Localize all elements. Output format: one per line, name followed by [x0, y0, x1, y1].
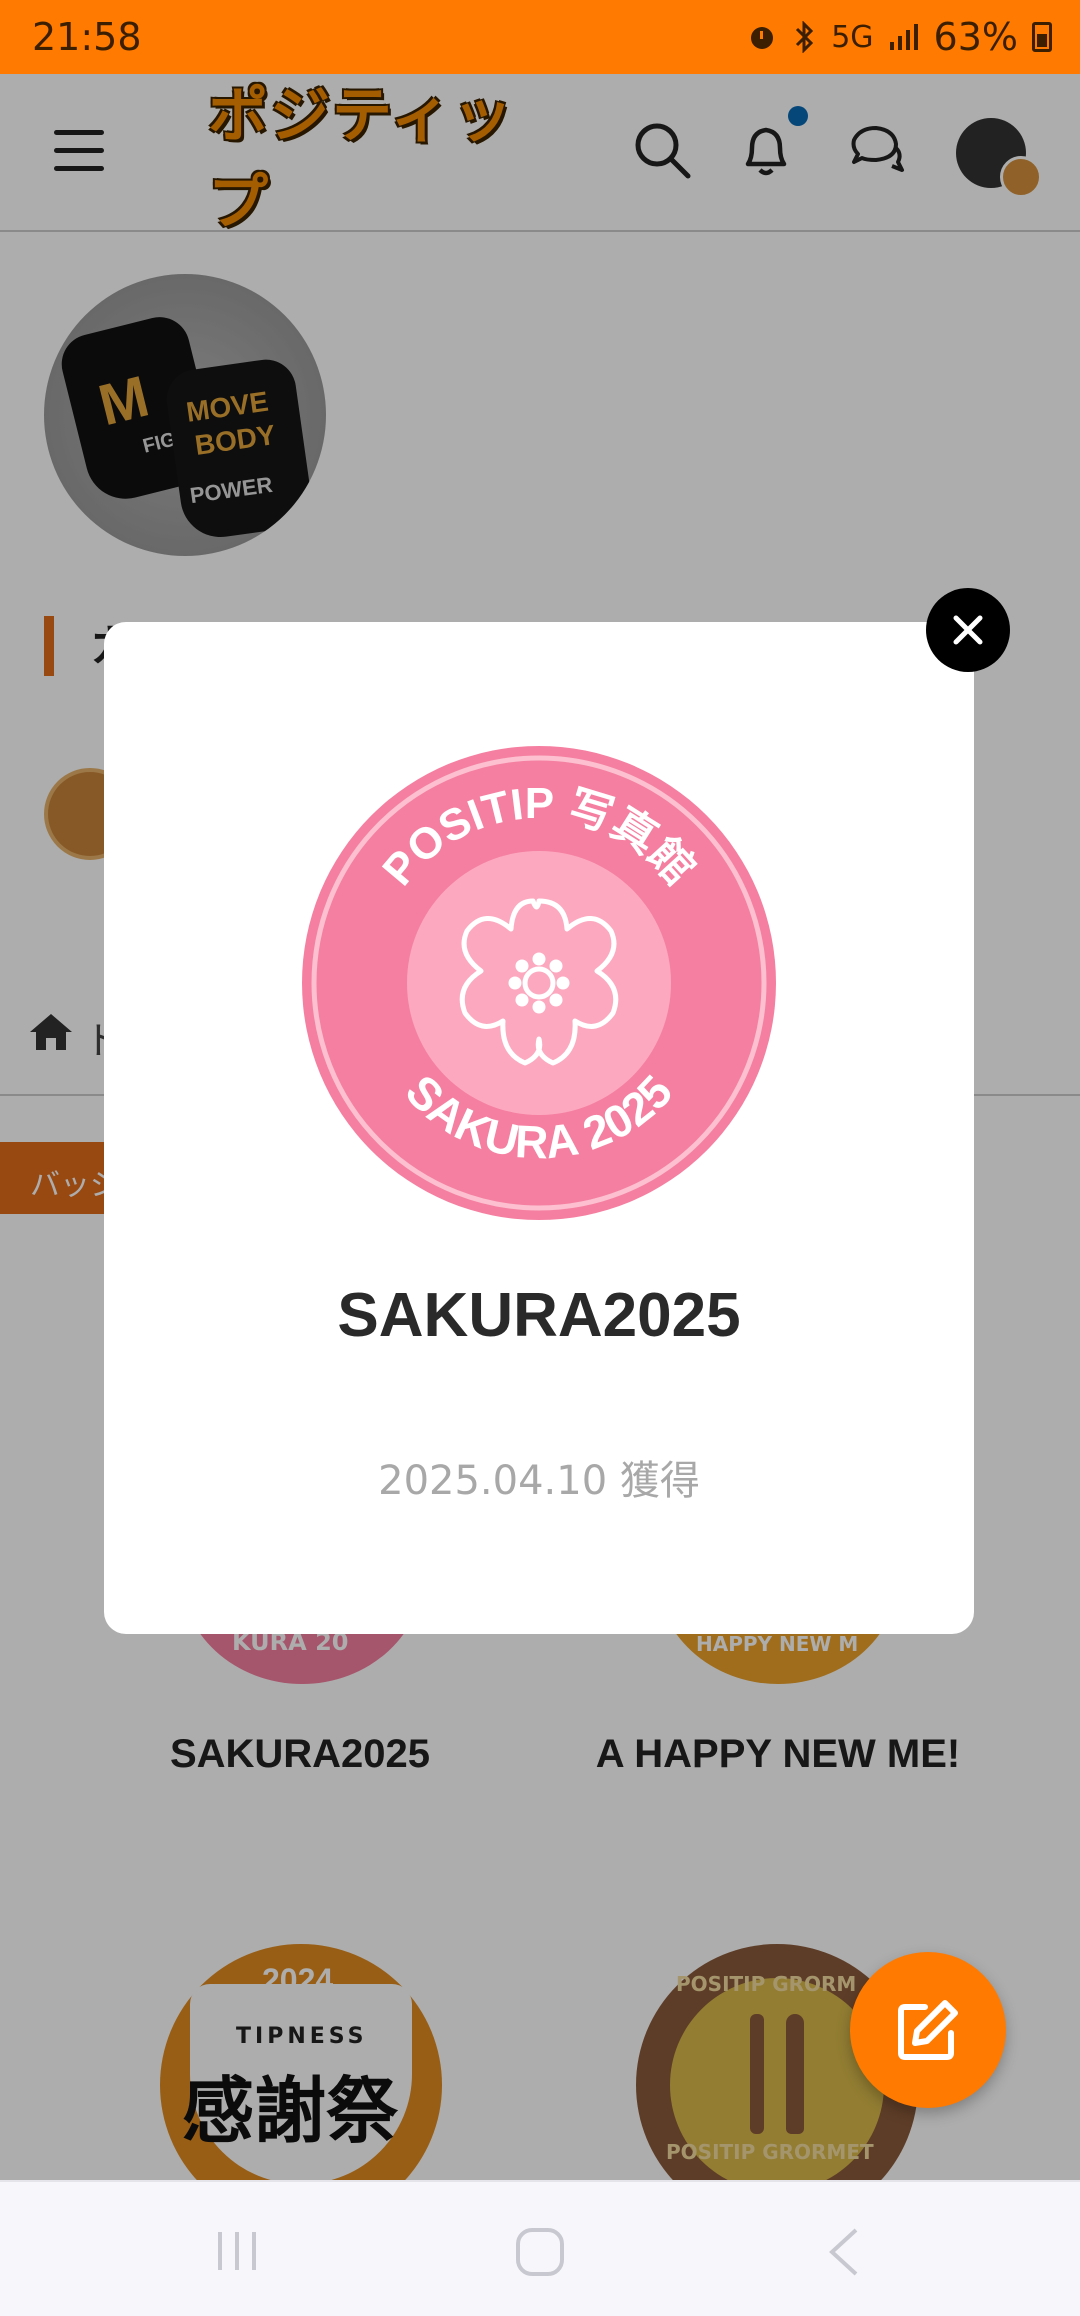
- battery-icon: [1032, 22, 1052, 52]
- badge-acquired-date: 2025.04.10 獲得: [378, 1458, 700, 1504]
- compose-button[interactable]: [850, 1952, 1006, 2108]
- badge-detail-modal: POSITIP 写真館 SAKURA 2025 SAKURA2025 2025.…: [104, 622, 974, 1634]
- close-button[interactable]: [926, 588, 1010, 672]
- status-bar: 21:58 5G 63%: [0, 0, 1080, 74]
- alarm-icon: [751, 27, 774, 49]
- edit-icon: [898, 2000, 958, 2060]
- recent-apps-icon[interactable]: [212, 2226, 262, 2276]
- status-icons: 5G 63%: [747, 15, 1052, 59]
- close-icon: [953, 615, 983, 645]
- home-button-icon[interactable]: [514, 2226, 566, 2278]
- sakura-badge-image: POSITIP 写真館 SAKURA 2025: [302, 746, 776, 1220]
- status-time: 21:58: [32, 15, 142, 59]
- battery-percent: 63%: [933, 15, 1018, 59]
- badge-title: SAKURA2025: [337, 1281, 741, 1350]
- system-nav-bar: [0, 2180, 1080, 2316]
- back-icon[interactable]: [824, 2226, 864, 2278]
- network-label: 5G: [831, 19, 874, 55]
- bluetooth-icon: [796, 21, 814, 53]
- signal-icon: [889, 24, 918, 50]
